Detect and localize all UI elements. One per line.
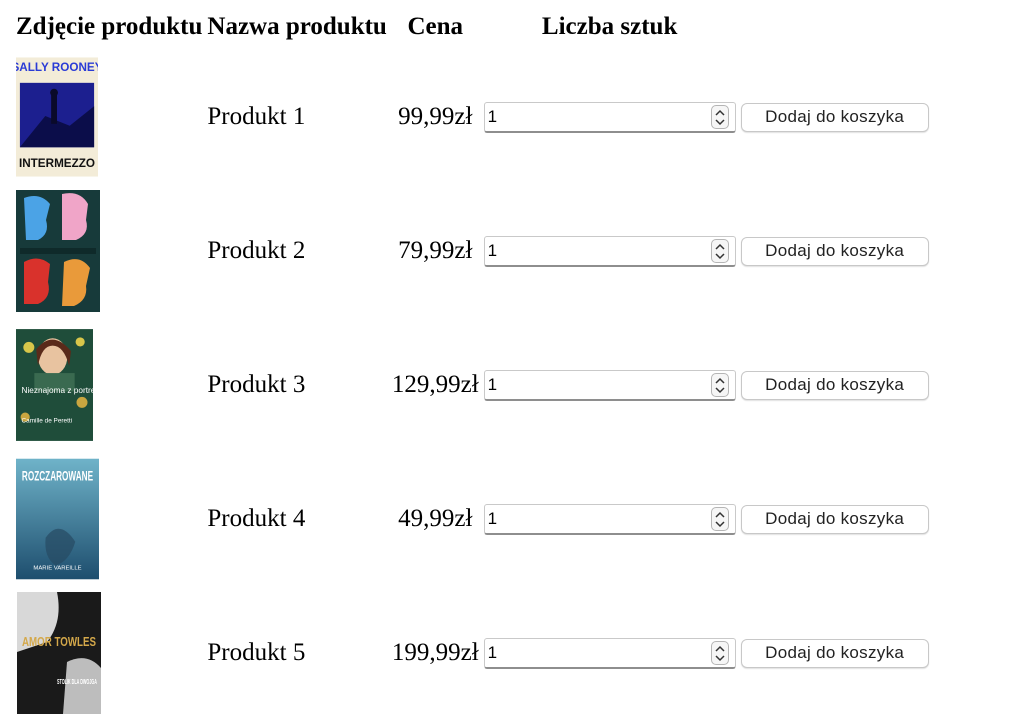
header-photo: Zdjęcie produktu — [16, 13, 203, 40]
cover-title-text: Nieznajoma z portretu — [22, 386, 94, 395]
add-to-cart-button[interactable]: Dodaj do koszyka — [740, 236, 929, 266]
quantity-input[interactable] — [487, 372, 703, 397]
product-price: 99,99zł — [398, 103, 473, 130]
chevron-down-icon[interactable] — [715, 386, 725, 394]
cover-title-text: STOLIK DLA DWOJGA — [57, 679, 97, 686]
book-cover-image: SALLY ROONEY INTERMEZZO — [16, 57, 98, 177]
quantity-stepper[interactable] — [483, 101, 736, 133]
chevron-down-icon[interactable] — [715, 118, 725, 126]
product-price: 79,99zł — [398, 237, 473, 264]
quantity-input[interactable] — [487, 104, 703, 129]
chevron-up-icon[interactable] — [715, 243, 725, 251]
photo-cell: Nieznajoma z portretu Camille de Peretti — [15, 324, 203, 446]
chevron-up-icon[interactable] — [715, 511, 725, 519]
book-cover-image — [16, 190, 100, 312]
quantity-stepper[interactable] — [483, 235, 736, 267]
quantity-cell — [483, 592, 737, 714]
add-to-cart-button[interactable]: Dodaj do koszyka — [740, 638, 929, 668]
quantity-stepper[interactable] — [483, 503, 736, 535]
cover-title-text: ROZCZAROWANE — [22, 467, 93, 483]
cover-author-text: AMOR TOWLES — [22, 634, 96, 649]
chevron-up-icon[interactable] — [715, 109, 725, 117]
quantity-cell — [483, 190, 737, 312]
header-quantity: Liczba sztuk — [541, 13, 678, 40]
product-name: Produkt 2 — [207, 237, 306, 264]
chevron-up-icon[interactable] — [715, 377, 725, 385]
add-to-cart-button[interactable]: Dodaj do koszyka — [740, 504, 929, 534]
action-cell: Dodaj do koszyka — [740, 458, 930, 580]
product-price: 129,99zł — [391, 371, 479, 398]
table-row: AMOR TOWLES STOLIK DLA DWOJGA Produkt 5 … — [15, 592, 930, 714]
quantity-cell — [483, 56, 737, 178]
quantity-input[interactable] — [487, 506, 703, 531]
chevron-up-icon[interactable] — [715, 645, 725, 653]
table-row: SALLY ROONEY INTERMEZZO Produkt 1 99,99z… — [15, 56, 930, 178]
product-name: Produkt 5 — [207, 639, 306, 666]
quantity-stepper[interactable] — [483, 369, 736, 401]
header-price: Cena — [407, 13, 464, 40]
quantity-input[interactable] — [487, 640, 703, 665]
spinner-control[interactable] — [710, 372, 729, 397]
quantity-input[interactable] — [487, 238, 703, 263]
product-name: Produkt 1 — [207, 103, 306, 130]
cover-author-text: Camille de Peretti — [22, 418, 73, 425]
chevron-down-icon[interactable] — [715, 252, 725, 260]
table-header-row: Zdjęcie produktu Nazwa produktu Cena Lic… — [15, 10, 930, 44]
chevron-down-icon[interactable] — [715, 520, 725, 528]
cover-author-text: SALLY ROONEY — [16, 61, 98, 74]
table-row: Produkt 2 79,99zł Dodaj do koszyka — [15, 190, 930, 312]
spinner-control[interactable] — [710, 506, 729, 531]
quantity-cell — [483, 324, 737, 446]
book-cover-image: ROZCZAROWANE MARIE VAREILLE — [16, 458, 99, 580]
photo-cell: ROZCZAROWANE MARIE VAREILLE — [15, 458, 203, 580]
photo-cell: AMOR TOWLES STOLIK DLA DWOJGA — [15, 592, 203, 714]
product-name: Produkt 3 — [207, 371, 306, 398]
add-to-cart-button[interactable]: Dodaj do koszyka — [740, 102, 929, 132]
action-cell: Dodaj do koszyka — [740, 56, 930, 178]
header-action — [740, 10, 930, 44]
photo-cell: SALLY ROONEY INTERMEZZO — [15, 56, 203, 178]
product-table: Zdjęcie produktu Nazwa produktu Cena Lic… — [12, 0, 933, 726]
action-cell: Dodaj do koszyka — [740, 190, 930, 312]
action-cell: Dodaj do koszyka — [740, 592, 930, 714]
add-to-cart-button[interactable]: Dodaj do koszyka — [740, 370, 929, 400]
header-name: Nazwa produktu — [207, 13, 387, 40]
cover-title-text: INTERMEZZO — [19, 157, 95, 170]
chevron-down-icon[interactable] — [715, 654, 725, 662]
spinner-control[interactable] — [710, 238, 729, 263]
quantity-stepper[interactable] — [483, 637, 736, 669]
table-row: ROZCZAROWANE MARIE VAREILLE Produkt 4 49… — [15, 458, 930, 580]
action-cell: Dodaj do koszyka — [740, 324, 930, 446]
book-cover-image: AMOR TOWLES STOLIK DLA DWOJGA — [17, 592, 101, 714]
product-price: 199,99zł — [391, 639, 479, 666]
photo-cell — [15, 190, 203, 312]
spinner-control[interactable] — [710, 640, 729, 665]
book-cover-image: Nieznajoma z portretu Camille de Peretti — [16, 329, 94, 441]
product-name: Produkt 4 — [207, 505, 306, 532]
cover-author-text: MARIE VAREILLE — [33, 565, 81, 571]
quantity-cell — [483, 458, 737, 580]
table-row: Nieznajoma z portretu Camille de Peretti… — [15, 324, 930, 446]
product-price: 49,99zł — [398, 505, 473, 532]
spinner-control[interactable] — [710, 104, 729, 129]
